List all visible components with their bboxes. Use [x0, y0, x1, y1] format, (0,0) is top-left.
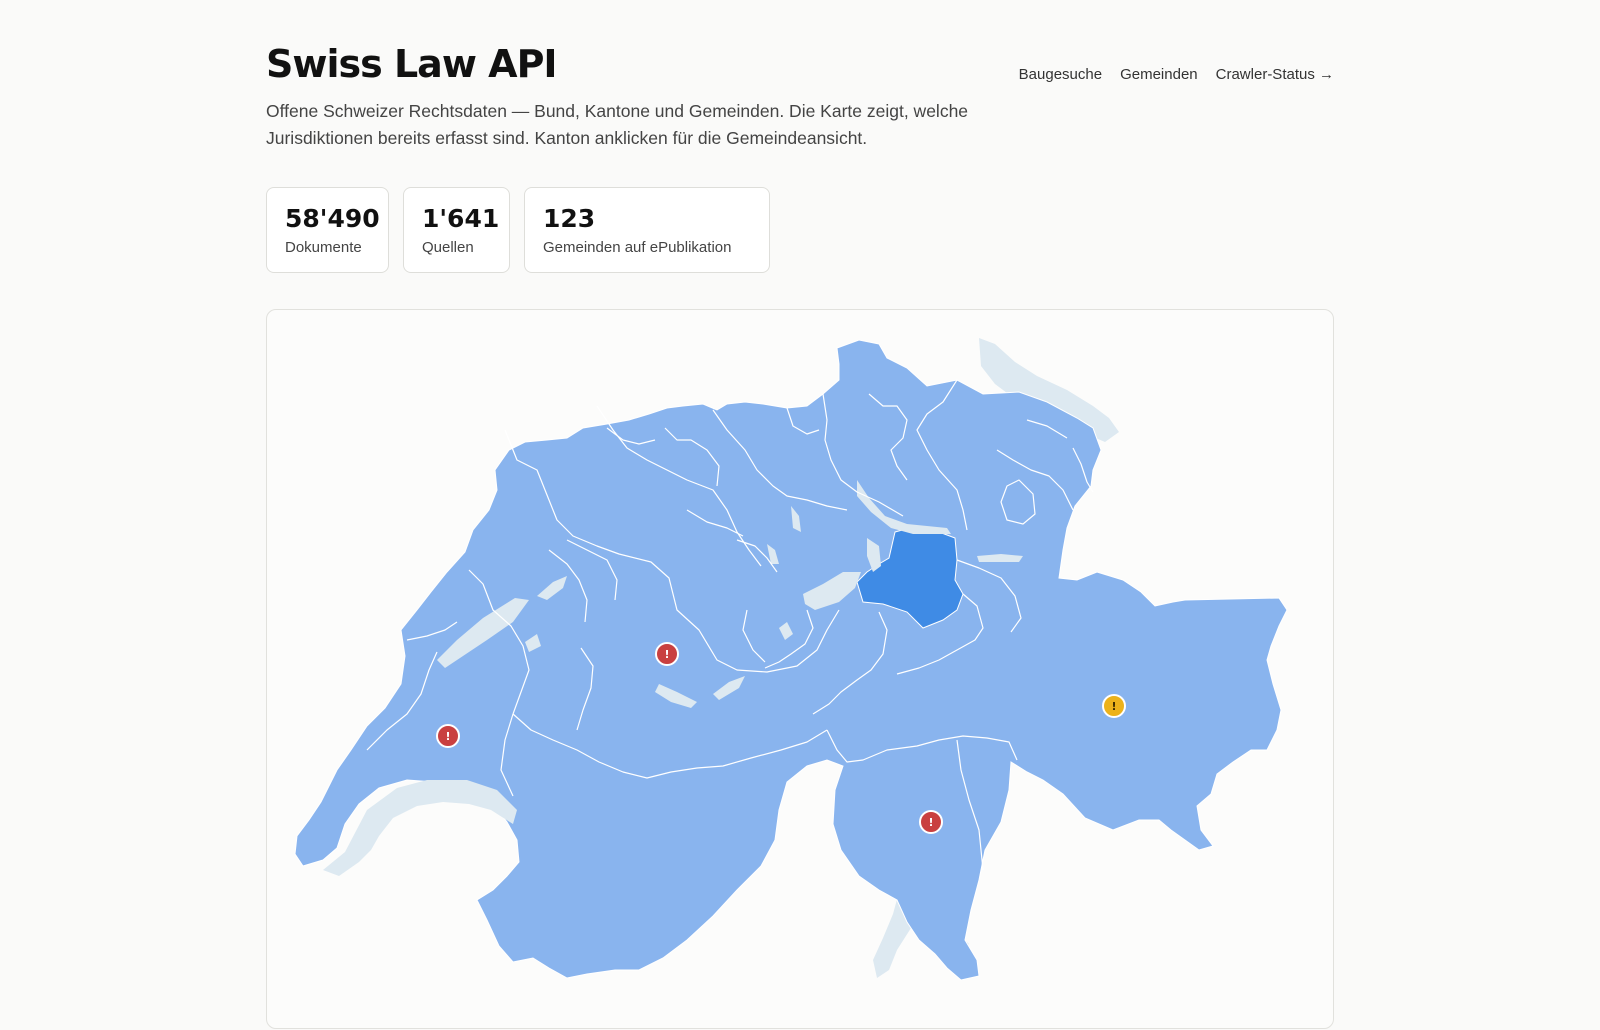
- marker-symbol: !: [445, 730, 450, 743]
- stat-value-documents: 58'490: [285, 204, 380, 233]
- marker-symbol: !: [928, 816, 933, 829]
- stat-label-epublikation: Gemeinden auf ePublikation: [543, 239, 732, 256]
- coverage-map-card: ! ! ! !: [266, 309, 1334, 1029]
- status-marker-ticino[interactable]: !: [919, 810, 943, 834]
- marker-symbol: !: [1111, 700, 1116, 713]
- stat-value-sources: 1'641: [422, 204, 500, 233]
- status-marker-graubuenden[interactable]: !: [1102, 694, 1126, 718]
- status-marker-bern[interactable]: !: [655, 642, 679, 666]
- page-subtitle: Offene Schweizer Rechtsdaten — Bund, Kan…: [266, 101, 969, 148]
- stats-row: 58'490 Dokumente 1'641 Quellen 123 Gemei…: [266, 187, 770, 273]
- switzerland-map[interactable]: ! ! ! !: [267, 310, 1335, 1030]
- stat-value-epublikation: 123: [543, 204, 596, 233]
- marker-symbol: !: [664, 648, 669, 661]
- stat-label-sources: Quellen: [422, 239, 474, 256]
- page-title: Swiss Law API: [266, 42, 558, 86]
- stat-card-documents: 58'490 Dokumente: [266, 187, 389, 273]
- stat-card-sources: 1'641 Quellen: [403, 187, 510, 273]
- stat-label-documents: Dokumente: [285, 239, 362, 256]
- stat-card-epublikation: 123 Gemeinden auf ePublikation: [524, 187, 770, 273]
- status-marker-valais[interactable]: !: [436, 724, 460, 748]
- nav-link-gemeinden[interactable]: Gemeinden: [1120, 66, 1198, 83]
- top-nav: Baugesuche Gemeinden Crawler-Status →: [1019, 66, 1334, 83]
- nav-link-crawler-status[interactable]: Crawler-Status →: [1216, 66, 1334, 83]
- nav-link-baugesuche[interactable]: Baugesuche: [1019, 66, 1102, 83]
